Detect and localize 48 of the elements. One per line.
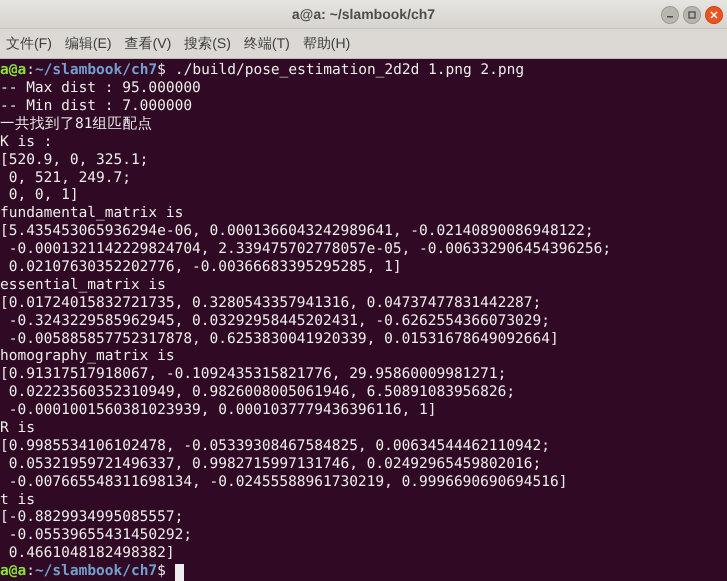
output-line: 0.4661048182498382] xyxy=(8,545,175,564)
prompt-path: ~/slambook/ch7 xyxy=(34,563,158,581)
command-text: ./build/pose_estimation_2d2d 1.png 2.png xyxy=(174,62,524,80)
close-icon xyxy=(710,11,718,19)
output-line: 0.02223560352310949, 0.9826008005061946, 6.50891083956826; xyxy=(8,384,516,402)
output-line: essential_matrix is xyxy=(0,276,166,295)
prompt-symbol: $ xyxy=(157,62,166,80)
output-line: -0.3243229585962945, 0.03292958445202431, -0.6262554366073029; xyxy=(8,312,550,331)
menu-item[interactable]: 终端(T) xyxy=(242,33,291,54)
menu-item[interactable]: 文件(F) xyxy=(5,33,53,54)
output-line: -- Max dist : 95.000000 xyxy=(0,80,201,98)
output-line: fundamental_matrix is xyxy=(0,205,184,224)
output-line: [0.9985534106102478, -0.05339308467584825, 0.00634544462110942; xyxy=(0,438,550,456)
output-line: 0.05321959721496337, 0.9982715997131746, 0.02492965459802016; xyxy=(8,456,542,474)
output-line: homography_matrix is xyxy=(0,348,175,366)
output-line: -0.0001321142229824704, 2.339475702778057e-05, -0.006332906454396256; xyxy=(8,241,612,259)
prompt-path: ~/slambook/ch7 xyxy=(34,62,158,80)
menu-item[interactable]: 帮助(H) xyxy=(302,33,352,54)
output-line: [520.9, 0, 325.1; xyxy=(0,152,148,170)
maximize-button[interactable] xyxy=(683,6,701,24)
output-line: -0.05539655431450292; xyxy=(8,527,192,546)
menu-item[interactable]: 查看(V) xyxy=(124,33,172,54)
output-line: K is : xyxy=(0,134,52,152)
prompt-separator: : xyxy=(26,62,35,80)
output-line: t is xyxy=(0,492,35,510)
output-line: 0, 521, 249.7; xyxy=(8,170,131,188)
prompt-user: a@a xyxy=(0,563,26,581)
prompt-symbol: $ xyxy=(157,563,166,581)
output-line: [5.435453065936294e-06, 0.0001366043242989641, -0.02140890086948122; xyxy=(0,223,594,242)
output-line: [0.91317517918067, -0.1092435315821776, 29.95860009981271; xyxy=(0,366,506,384)
output-line: 0.02107630352202776, -0.00366683395295285, 1] xyxy=(8,258,402,277)
output-line: -0.005885857752317878, 0.6253830041920339, 0.01531678649092664] xyxy=(8,330,559,348)
minimize-button[interactable] xyxy=(661,6,679,24)
output-line: -0.007665548311698134, -0.02455588961730219, 0.9996690690694516] xyxy=(8,474,568,492)
prompt-user: a@a xyxy=(0,62,26,80)
prompt-separator: : xyxy=(26,563,35,581)
window-title: a@a: ~/slambook/ch7 xyxy=(292,4,436,24)
maximize-icon xyxy=(688,11,696,19)
output-line: 0, 0, 1] xyxy=(8,187,79,206)
output-line: [-0.8829934995085557; xyxy=(0,509,184,528)
menu-item[interactable]: 搜索(S) xyxy=(183,33,232,54)
menu-item[interactable]: 编辑(E) xyxy=(64,33,113,54)
output-line: -0.0001001560381023939, 0.0001037779436396116, 1] xyxy=(8,402,436,420)
output-line: -- Min dist : 7.000000 xyxy=(0,98,192,116)
output-line: [0.01724015832721735, 0.3280543357941316, 0.04737477831442287; xyxy=(0,294,542,313)
output-line: 一共找到了81组匹配点 xyxy=(0,116,152,134)
output-line: R is xyxy=(0,420,35,438)
close-button[interactable] xyxy=(705,6,723,24)
